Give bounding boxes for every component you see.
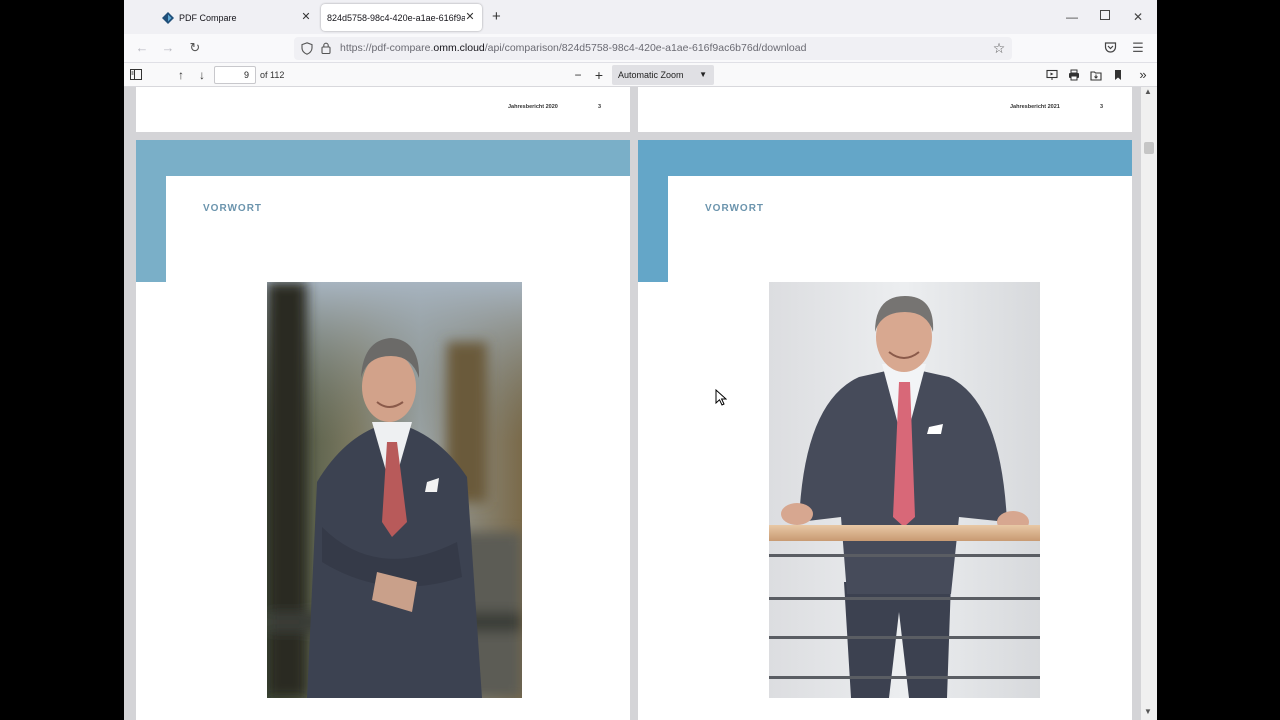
page-number: 3 <box>598 104 602 110</box>
reload-icon[interactable]: ↻ <box>187 40 203 56</box>
page-number-input[interactable]: 9 <box>214 66 256 84</box>
zoom-in-icon[interactable]: + <box>591 67 607 83</box>
close-tab-icon[interactable]: ✕ <box>300 11 312 23</box>
print-icon[interactable] <box>1068 69 1080 81</box>
scroll-up-icon[interactable]: ▲ <box>1144 87 1152 96</box>
header-band <box>638 140 1132 176</box>
zoom-out-icon[interactable]: − <box>570 67 586 83</box>
back-icon[interactable]: ← <box>134 40 150 56</box>
minimize-icon[interactable]: — <box>1066 10 1078 24</box>
mouse-cursor-icon <box>715 389 727 406</box>
page-header: Jahresbericht 2020 <box>508 104 558 110</box>
section-title: VORWORT <box>705 203 765 214</box>
right-document-page: VORWORT <box>638 140 1132 720</box>
forward-icon[interactable]: → <box>160 40 176 56</box>
zoom-select-value: Automatic Zoom <box>618 70 684 80</box>
maximize-icon[interactable] <box>1100 9 1110 23</box>
lock-icon[interactable] <box>321 42 331 54</box>
zoom-select[interactable]: Automatic Zoom ▼ <box>612 65 714 85</box>
url-text[interactable]: https://pdf-compare.omm.cloud/api/compar… <box>340 42 806 54</box>
tools-menu-icon[interactable]: » <box>1135 67 1151 83</box>
presentation-mode-icon[interactable] <box>1046 69 1058 81</box>
tab-active-download[interactable]: 824d5758-98c4-420e-a1ae-616f9ac6b76d ✕ <box>321 4 482 31</box>
header-band <box>136 140 630 176</box>
save-icon[interactable] <box>1090 69 1102 81</box>
portrait-photo <box>769 282 1040 698</box>
tab-title: PDF Compare <box>179 12 237 23</box>
pdf-viewer[interactable]: Jahresbericht 2020 3 Jahresbericht 2021 … <box>124 87 1157 720</box>
url-host: omm.cloud <box>433 42 485 54</box>
header-band-side <box>638 140 668 282</box>
tab-title: 824d5758-98c4-420e-a1ae-616f9ac6b76d <box>327 12 465 23</box>
bookmark-icon[interactable] <box>1113 69 1123 81</box>
browser-window: PDF Compare ✕ 824d5758-98c4-420e-a1ae-61… <box>124 0 1157 720</box>
section-title: VORWORT <box>203 203 263 214</box>
sidebar-toggle-icon[interactable] <box>130 69 142 80</box>
chevron-down-icon: ▼ <box>699 70 707 79</box>
portrait-photo <box>267 282 522 698</box>
right-previous-page: Jahresbericht 2021 3 <box>638 87 1132 132</box>
pdf-toolbar: ↑ ↓ 9 of 112 − + Automatic Zoom ▼ » <box>124 63 1157 87</box>
new-tab-icon[interactable]: + <box>492 9 501 24</box>
url-path: /api/comparison/824d5758-98c4-420e-a1ae-… <box>484 42 807 54</box>
tab-strip: PDF Compare ✕ 824d5758-98c4-420e-a1ae-61… <box>124 0 1157 34</box>
header-band-side <box>136 140 166 282</box>
pdf-compare-logo-icon <box>162 11 174 24</box>
next-page-icon[interactable]: ↓ <box>194 67 210 83</box>
vertical-scrollbar[interactable]: ▲ ▼ <box>1141 87 1157 720</box>
shield-icon[interactable] <box>301 42 313 55</box>
pocket-icon[interactable] <box>1104 41 1117 54</box>
close-tab-icon[interactable]: ✕ <box>464 11 476 23</box>
navigation-bar: ← → ↻ https://pdf-compare.omm.cloud/api/… <box>124 34 1157 63</box>
bookmark-star-icon[interactable]: ☆ <box>991 40 1007 56</box>
url-prefix: https://pdf-compare. <box>340 42 434 54</box>
left-document-page: VORWORT <box>136 140 630 720</box>
previous-page-icon[interactable]: ↑ <box>173 67 189 83</box>
page-header: Jahresbericht 2021 <box>1010 104 1060 110</box>
menu-icon[interactable]: ☰ <box>1130 40 1146 56</box>
url-bar[interactable]: https://pdf-compare.omm.cloud/api/compar… <box>294 37 1012 60</box>
scrollbar-thumb[interactable] <box>1144 142 1154 154</box>
page-number: 3 <box>1100 104 1104 110</box>
scroll-down-icon[interactable]: ▼ <box>1144 707 1152 716</box>
tab-pdf-compare[interactable]: PDF Compare ✕ <box>152 4 318 31</box>
close-window-icon[interactable]: ✕ <box>1133 10 1143 24</box>
page-count-label: of 112 <box>260 70 285 80</box>
left-previous-page: Jahresbericht 2020 3 <box>136 87 630 132</box>
